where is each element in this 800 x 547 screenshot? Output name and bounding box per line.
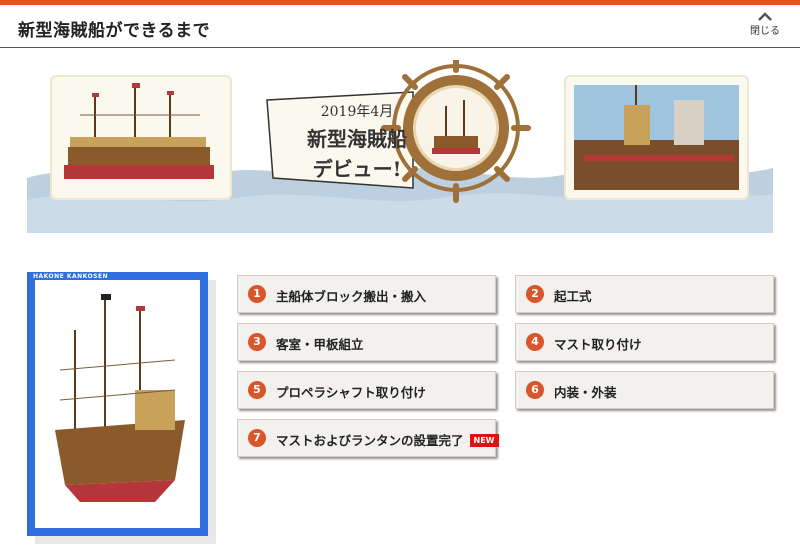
- step-label: 起工式: [554, 289, 592, 304]
- step-7-button[interactable]: 7 マストおよびランタンの設置完了 NEW: [237, 419, 499, 457]
- step-label: 主船体ブロック搬出・搬入: [276, 289, 427, 304]
- step-number: 3: [248, 333, 266, 351]
- debut-year: 2019年4月: [320, 104, 394, 120]
- step-number: 4: [526, 333, 544, 351]
- step-number: 2: [526, 285, 544, 303]
- step-number: 5: [248, 381, 266, 399]
- debut-word: デビュー!: [312, 157, 402, 181]
- step-3-button[interactable]: 3 客室・甲板組立: [237, 323, 496, 361]
- step-4-button[interactable]: 4 マスト取り付け: [515, 323, 774, 361]
- poster-brand: HAKONE KANKOSEN: [33, 273, 109, 280]
- step-label: 客室・甲板組立: [276, 337, 364, 352]
- close-button[interactable]: 閉じる: [748, 11, 782, 43]
- header: 新型海賊船ができるまで 閉じる: [0, 5, 800, 48]
- step-label-text: マストおよびランタンの設置完了: [276, 433, 464, 448]
- new-badge: NEW: [469, 434, 499, 447]
- debut-text-block: 2019年4月 新型海賊船 デビュー!: [292, 101, 422, 182]
- step-label: マスト取り付け: [554, 337, 642, 352]
- step-2-button[interactable]: 2 起工式: [515, 275, 774, 313]
- step-1-button[interactable]: 1 主船体ブロック搬出・搬入: [237, 275, 496, 313]
- step-number: 1: [248, 285, 266, 303]
- step-number: 7: [248, 429, 266, 447]
- pirate-ship-front-icon: [55, 294, 185, 502]
- step-5-button[interactable]: 5 プロペラシャフト取り付け: [237, 371, 496, 409]
- step-label: プロペラシャフト取り付け: [276, 385, 426, 400]
- debut-name: 新型海賊船: [307, 127, 407, 151]
- poster-image: [35, 280, 200, 528]
- ship-poster: HAKONE KANKOSEN: [27, 272, 208, 536]
- ship-deck-icon: [574, 85, 739, 190]
- chevron-up-icon: [758, 12, 772, 21]
- step-label: 内装・外装: [554, 385, 617, 400]
- step-6-button[interactable]: 6 内装・外装: [515, 371, 774, 409]
- hero-banner: 2019年4月 新型海賊船 デビュー!: [27, 60, 773, 233]
- step-label: マストおよびランタンの設置完了 NEW: [276, 430, 499, 449]
- ship-side-illustration-card: [50, 75, 232, 200]
- close-label: 閉じる: [750, 26, 780, 37]
- step-number: 6: [526, 381, 544, 399]
- pirate-ship-side-icon: [64, 83, 214, 179]
- deck-illustration-card: [564, 75, 749, 200]
- page-title: 新型海賊船ができるまで: [18, 21, 211, 41]
